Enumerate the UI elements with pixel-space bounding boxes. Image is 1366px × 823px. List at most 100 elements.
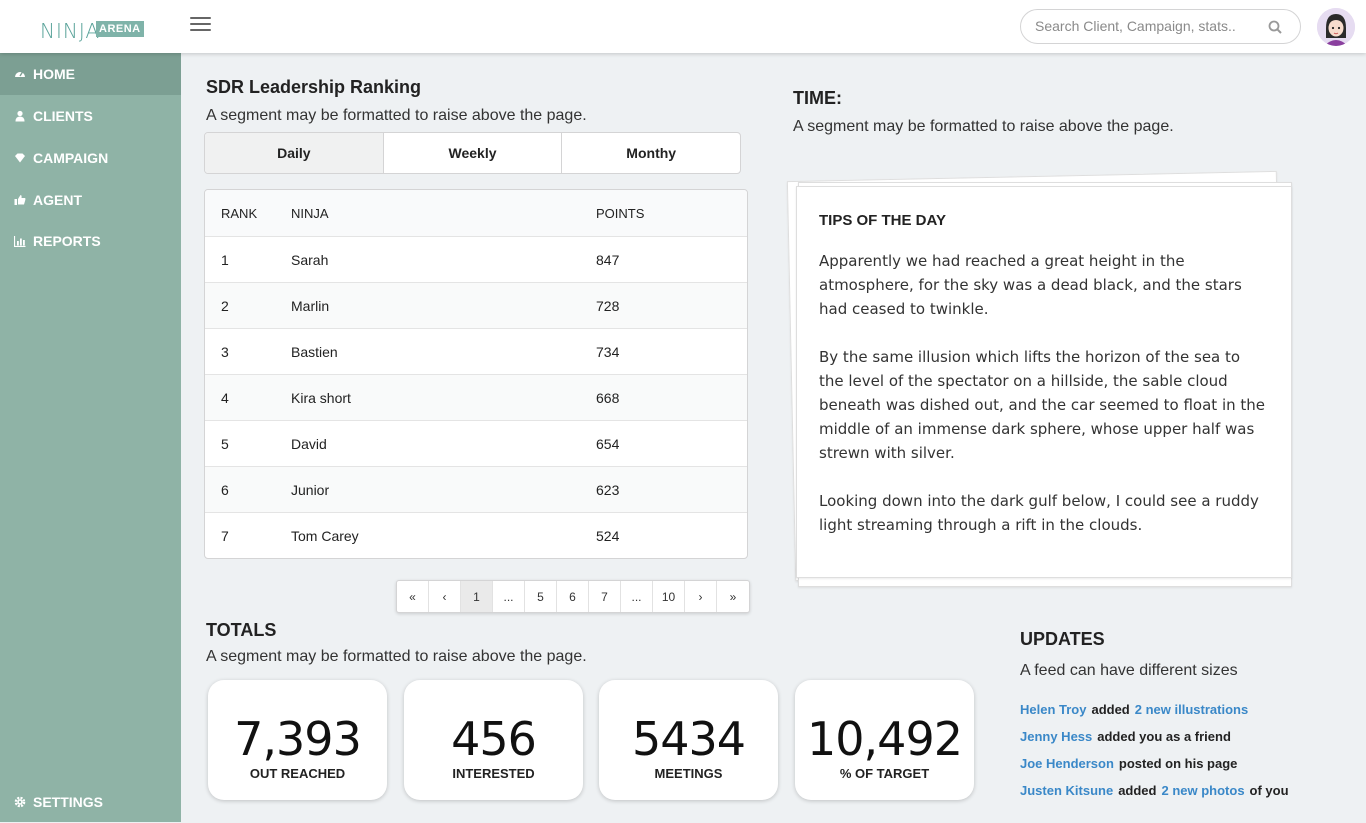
ninja-cell: Tom Carey: [291, 528, 596, 544]
stat-label: MEETINGS: [599, 766, 778, 781]
table-row[interactable]: 2Marlin728: [205, 282, 747, 328]
table-row[interactable]: 3Bastien734: [205, 328, 747, 374]
tab-monthly[interactable]: Monthy: [562, 133, 740, 173]
points-cell: 524: [596, 528, 747, 544]
stat-value: 5434: [599, 716, 778, 762]
rank-cell: 3: [205, 344, 291, 360]
logo-ninja-text: NINJA: [40, 19, 100, 43]
table-row[interactable]: 4Kira short668: [205, 374, 747, 420]
ranking-table: RANK NINJA POINTS 1Sarah847 2Marlin728 3…: [204, 189, 748, 559]
sidebar-item-reports[interactable]: REPORTS: [0, 220, 181, 262]
points-cell: 668: [596, 390, 747, 406]
feed-item: Justen Kitsune added 2 new photos of you: [1020, 777, 1340, 804]
column-header-points[interactable]: POINTS: [596, 206, 747, 221]
time-subtitle: A segment may be formatted to raise abov…: [793, 118, 1174, 136]
stat-label: INTERESTED: [404, 766, 583, 781]
ninja-cell: Marlin: [291, 298, 596, 314]
rank-cell: 7: [205, 528, 291, 544]
tab-weekly[interactable]: Weekly: [384, 133, 563, 173]
points-cell: 734: [596, 344, 747, 360]
feed-user-link[interactable]: Joe Henderson: [1020, 756, 1114, 771]
time-title: TIME:: [793, 88, 842, 109]
tips-card-stack: TIPS OF THE DAY Apparently we had reache…: [786, 176, 1292, 589]
sidebar-item-label: AGENT: [33, 192, 82, 208]
feed-user-link[interactable]: Helen Troy: [1020, 702, 1086, 717]
pager-page-7[interactable]: 7: [589, 581, 621, 612]
sidebar-item-settings[interactable]: SETTINGS: [0, 781, 181, 823]
hamburger-menu-icon[interactable]: [190, 17, 211, 34]
feed-tail: of you: [1250, 783, 1289, 798]
user-icon: [14, 110, 26, 122]
feed-item: Jenny Hess added you as a friend: [1020, 723, 1340, 750]
pager-page-1[interactable]: 1: [461, 581, 493, 612]
table-row[interactable]: 7Tom Carey524: [205, 512, 747, 558]
pager-first[interactable]: «: [397, 581, 429, 612]
gear-icon: [14, 796, 26, 808]
thumbs-up-icon: [14, 194, 26, 206]
avatar[interactable]: [1317, 8, 1355, 46]
ninja-cell: Kira short: [291, 390, 596, 406]
sidebar-item-home[interactable]: HOME: [0, 53, 181, 95]
pager-next[interactable]: ›: [685, 581, 717, 612]
table-row[interactable]: 1Sarah847: [205, 236, 747, 282]
feed-item: Joe Henderson posted on his page: [1020, 750, 1340, 777]
pager-page-5[interactable]: 5: [525, 581, 557, 612]
tips-card: TIPS OF THE DAY Apparently we had reache…: [796, 186, 1292, 578]
sidebar-item-label: CAMPAIGN: [33, 150, 108, 166]
pager-page-6[interactable]: 6: [557, 581, 589, 612]
feed-item: Helen Troy added 2 new illustrations: [1020, 696, 1340, 723]
tips-paragraph: By the same illusion which lifts the hor…: [819, 345, 1269, 465]
feed-object-link[interactable]: 2 new illustrations: [1135, 702, 1248, 717]
pager-ellipsis: ...: [493, 581, 525, 612]
points-cell: 847: [596, 252, 747, 268]
stat-label: OUT REACHED: [208, 766, 387, 781]
stat-value: 456: [404, 716, 583, 762]
top-bar: NINJA ARENA: [0, 0, 1366, 53]
pagination: « ‹ 1 ... 5 6 7 ... 10 › »: [396, 580, 750, 613]
updates-feed: Helen Troy added 2 new illustrations Jen…: [1020, 696, 1340, 804]
diamond-icon: [14, 152, 26, 164]
search-input[interactable]: [1035, 18, 1260, 34]
pager-ellipsis: ...: [621, 581, 653, 612]
stat-value: 10,492: [795, 716, 974, 762]
bar-chart-icon: [14, 235, 26, 247]
sidebar-item-label: HOME: [33, 66, 75, 82]
logo[interactable]: NINJA ARENA: [40, 6, 140, 46]
sidebar-item-label: SETTINGS: [33, 794, 103, 810]
rank-cell: 2: [205, 298, 291, 314]
sdr-ranking-subtitle: A segment may be formatted to raise abov…: [206, 107, 587, 125]
feed-user-link[interactable]: Jenny Hess: [1020, 729, 1092, 744]
column-header-rank[interactable]: RANK: [205, 206, 291, 221]
feed-action: added: [1118, 783, 1156, 798]
pager-last[interactable]: »: [717, 581, 749, 612]
feed-object-link[interactable]: 2 new photos: [1161, 783, 1244, 798]
search-icon[interactable]: [1268, 20, 1282, 34]
feed-user-link[interactable]: Justen Kitsune: [1020, 783, 1113, 798]
table-row[interactable]: 6Junior623: [205, 466, 747, 512]
table-header-row: RANK NINJA POINTS: [205, 190, 747, 236]
sidebar-item-agent[interactable]: AGENT: [0, 179, 181, 221]
search-box: [1020, 9, 1301, 44]
period-tabs: Daily Weekly Monthy: [204, 132, 741, 174]
updates-subtitle: A feed can have different sizes: [1020, 662, 1238, 680]
pager-prev[interactable]: ‹: [429, 581, 461, 612]
stat-label: % OF TARGET: [795, 766, 974, 781]
table-row[interactable]: 5David654: [205, 420, 747, 466]
column-header-ninja[interactable]: NINJA: [291, 206, 596, 221]
stat-card-meetings: 5434 MEETINGS: [599, 680, 778, 800]
points-cell: 728: [596, 298, 747, 314]
tips-paragraph: Apparently we had reached a great height…: [819, 249, 1269, 321]
sidebar-item-label: CLIENTS: [33, 108, 93, 124]
ninja-cell: Sarah: [291, 252, 596, 268]
sidebar: HOME CLIENTS CAMPAIGN AGENT REPORTS SETT…: [0, 53, 181, 822]
ninja-cell: Junior: [291, 482, 596, 498]
sidebar-item-campaign[interactable]: CAMPAIGN: [0, 137, 181, 179]
feed-action: posted on his page: [1119, 756, 1237, 771]
stat-card-interested: 456 INTERESTED: [404, 680, 583, 800]
tab-daily[interactable]: Daily: [205, 133, 384, 173]
logo-arena-badge: ARENA: [96, 21, 144, 37]
stat-card-out-reached: 7,393 OUT REACHED: [208, 680, 387, 800]
pager-page-10[interactable]: 10: [653, 581, 685, 612]
dashboard-icon: [14, 68, 26, 80]
sidebar-item-clients[interactable]: CLIENTS: [0, 95, 181, 137]
